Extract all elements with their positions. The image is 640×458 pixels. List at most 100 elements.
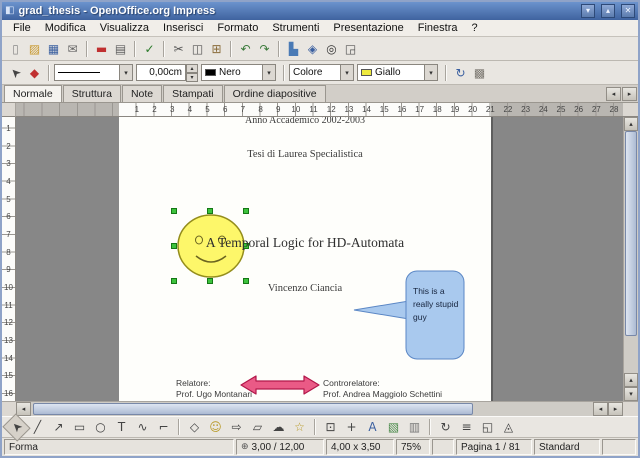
vertical-ruler[interactable]: 1 2 3 4 5 6 7 8 9 10 11 12 13 14 15 16 xyxy=(2,117,16,401)
slide-page[interactable]: Anno Accademico 2002-2003 Tesi di Laurea… xyxy=(119,117,491,401)
vertical-scrollbar[interactable]: ▴ ▴ ▾ xyxy=(623,117,638,401)
print-button[interactable]: ▤ xyxy=(111,39,130,59)
line-width-input[interactable]: 0,00cm xyxy=(136,64,186,81)
tab-ordine-diapositive[interactable]: Ordine diapositive xyxy=(223,85,326,102)
presentation-button[interactable]: ◲ xyxy=(341,39,360,59)
selection-handle[interactable] xyxy=(243,208,249,214)
rectangle-button[interactable]: ▭ xyxy=(69,418,90,437)
spin-down-icon[interactable]: ▾ xyxy=(186,73,198,82)
controrelatore-name: Prof. Andrea Maggiolo Schettini xyxy=(323,389,443,399)
from-file-button[interactable]: ▧ xyxy=(383,418,404,437)
undo-button[interactable]: ↶ xyxy=(236,39,255,59)
selection-handle[interactable] xyxy=(207,208,213,214)
rotate-button[interactable]: ↻ xyxy=(435,418,456,437)
gallery-button[interactable]: ▥ xyxy=(404,418,425,437)
zoom-button[interactable]: ◎ xyxy=(322,39,341,59)
edit-points-button[interactable]: ⊡ xyxy=(320,418,341,437)
slide-subtitle-text[interactable]: Tesi di Laurea Specialistica xyxy=(119,149,491,160)
ellipse-button[interactable]: ○ xyxy=(90,418,111,437)
tab-scroll-left-icon[interactable]: ◂ xyxy=(606,87,621,101)
export-pdf-button[interactable]: ▬ xyxy=(92,39,111,59)
fontwork-button[interactable]: A xyxy=(362,418,383,437)
new-document-button[interactable]: ▯ xyxy=(6,39,25,59)
fill-type-select[interactable]: Colore xyxy=(289,64,341,81)
line-width-spinner[interactable]: ▴ ▾ xyxy=(186,64,198,82)
line-style-dropdown-icon[interactable]: ▾ xyxy=(120,64,133,81)
spellcheck-button[interactable]: ✓ xyxy=(140,39,159,59)
slide-title-text[interactable]: A Temporal Logic for HD-Automata xyxy=(119,235,491,251)
selection-handle[interactable] xyxy=(171,208,177,214)
document-email-button[interactable]: ✉ xyxy=(63,39,82,59)
connector-button[interactable]: ⌐ xyxy=(153,418,174,437)
horizontal-scrollbar-thumb[interactable] xyxy=(33,403,473,415)
shadow-icon[interactable]: ▩ xyxy=(470,63,489,83)
cut-button[interactable]: ✂ xyxy=(169,39,188,59)
menu-help[interactable]: ? xyxy=(465,21,485,35)
menu-strumenti[interactable]: Strumenti xyxy=(265,21,326,35)
chart-button[interactable]: ▙ xyxy=(284,39,303,59)
callouts-button[interactable]: ☁ xyxy=(268,418,289,437)
symbol-shapes-button[interactable]: ☺ xyxy=(205,418,226,437)
menu-finestra[interactable]: Finestra xyxy=(411,21,465,35)
spin-up-icon[interactable]: ▴ xyxy=(186,64,198,73)
save-button[interactable]: ▦ xyxy=(44,39,63,59)
scroll-left-icon[interactable]: ◂ xyxy=(593,402,608,416)
line-style-select[interactable] xyxy=(54,64,120,81)
separator xyxy=(178,419,180,435)
line-color-select[interactable]: Nero xyxy=(201,64,263,81)
glue-points-button[interactable]: + xyxy=(341,418,362,437)
tab-stampati[interactable]: Stampati xyxy=(163,85,223,102)
relatore-block[interactable]: Relatore: Prof. Ugo Montanari xyxy=(176,378,252,400)
scroll-left-icon[interactable]: ◂ xyxy=(16,402,31,416)
rotate-mode-icon[interactable]: ↻ xyxy=(451,63,470,83)
maximize-button[interactable]: ▴ xyxy=(601,4,615,18)
horizontal-scrollbar-track[interactable] xyxy=(31,402,593,416)
open-button[interactable]: ▨ xyxy=(25,39,44,59)
scroll-right-icon[interactable]: ▸ xyxy=(608,402,623,416)
stars-button[interactable]: ☆ xyxy=(289,418,310,437)
text-button[interactable]: T xyxy=(111,418,132,437)
callout-text[interactable]: This is a really stupid guy xyxy=(413,285,465,324)
tab-scroll-right-icon[interactable]: ▸ xyxy=(622,87,637,101)
alignment-button[interactable]: ≡ xyxy=(456,418,477,437)
slide-header-text[interactable]: Anno Accademico 2002-2003 xyxy=(119,117,491,126)
navigator-button[interactable]: ◈ xyxy=(303,39,322,59)
close-button[interactable]: ✕ xyxy=(621,4,635,18)
fill-color-select[interactable]: Giallo xyxy=(357,64,425,81)
extrusion-button[interactable]: ◬ xyxy=(498,418,519,437)
fill-color-dropdown-icon[interactable]: ▾ xyxy=(425,64,438,81)
block-arrows-button[interactable]: ⇨ xyxy=(226,418,247,437)
controrelatore-block[interactable]: Controrelatore: Prof. Andrea Maggiolo Sc… xyxy=(323,378,442,400)
menu-inserisci[interactable]: Inserisci xyxy=(156,21,210,35)
basic-shapes-button[interactable]: ◇ xyxy=(184,418,205,437)
tab-note[interactable]: Note xyxy=(121,85,163,102)
menu-formato[interactable]: Formato xyxy=(210,21,265,35)
tab-normale[interactable]: Normale xyxy=(4,85,62,102)
horizontal-ruler[interactable]: 1 2 3 4 5 6 7 8 9 10 11 12 13 14 15 16 17 18 19 20 21 22 23 24 2… xyxy=(16,103,623,117)
copy-button[interactable]: ◫ xyxy=(188,39,207,59)
minimize-button[interactable]: ▾ xyxy=(581,4,595,18)
scroll-down-icon[interactable]: ▾ xyxy=(624,387,638,401)
scroll-up-icon[interactable]: ▴ xyxy=(624,373,638,387)
line-color-dropdown-icon[interactable]: ▾ xyxy=(263,64,276,81)
menu-file[interactable]: File xyxy=(6,21,38,35)
paste-button[interactable]: ⊞ xyxy=(207,39,226,59)
status-zoom[interactable]: 75% xyxy=(396,439,430,455)
menu-visualizza[interactable]: Visualizza xyxy=(93,21,156,35)
arrange-button[interactable]: ◱ xyxy=(477,418,498,437)
title-bar[interactable]: ◧ grad_thesis - OpenOffice.org Impress ▾… xyxy=(2,2,638,20)
vertical-scrollbar-thumb[interactable] xyxy=(625,131,637,336)
menu-modifica[interactable]: Modifica xyxy=(38,21,93,35)
tab-struttura[interactable]: Struttura xyxy=(62,85,121,102)
redo-button[interactable]: ↷ xyxy=(255,39,274,59)
flowchart-button[interactable]: ▱ xyxy=(247,418,268,437)
arrow-button[interactable]: ↗ xyxy=(48,418,69,437)
scroll-up-icon[interactable]: ▴ xyxy=(624,117,638,131)
horizontal-scrollbar[interactable]: ◂ ◂ ▸ xyxy=(16,402,623,416)
slide-canvas[interactable]: Anno Accademico 2002-2003 Tesi di Laurea… xyxy=(16,117,623,401)
curve-button[interactable]: ∿ xyxy=(132,418,153,437)
vertical-scrollbar-track[interactable] xyxy=(624,131,638,373)
menu-presentazione[interactable]: Presentazione xyxy=(326,21,410,35)
fill-type-dropdown-icon[interactable]: ▾ xyxy=(341,64,354,81)
resize-grip[interactable] xyxy=(623,402,638,416)
